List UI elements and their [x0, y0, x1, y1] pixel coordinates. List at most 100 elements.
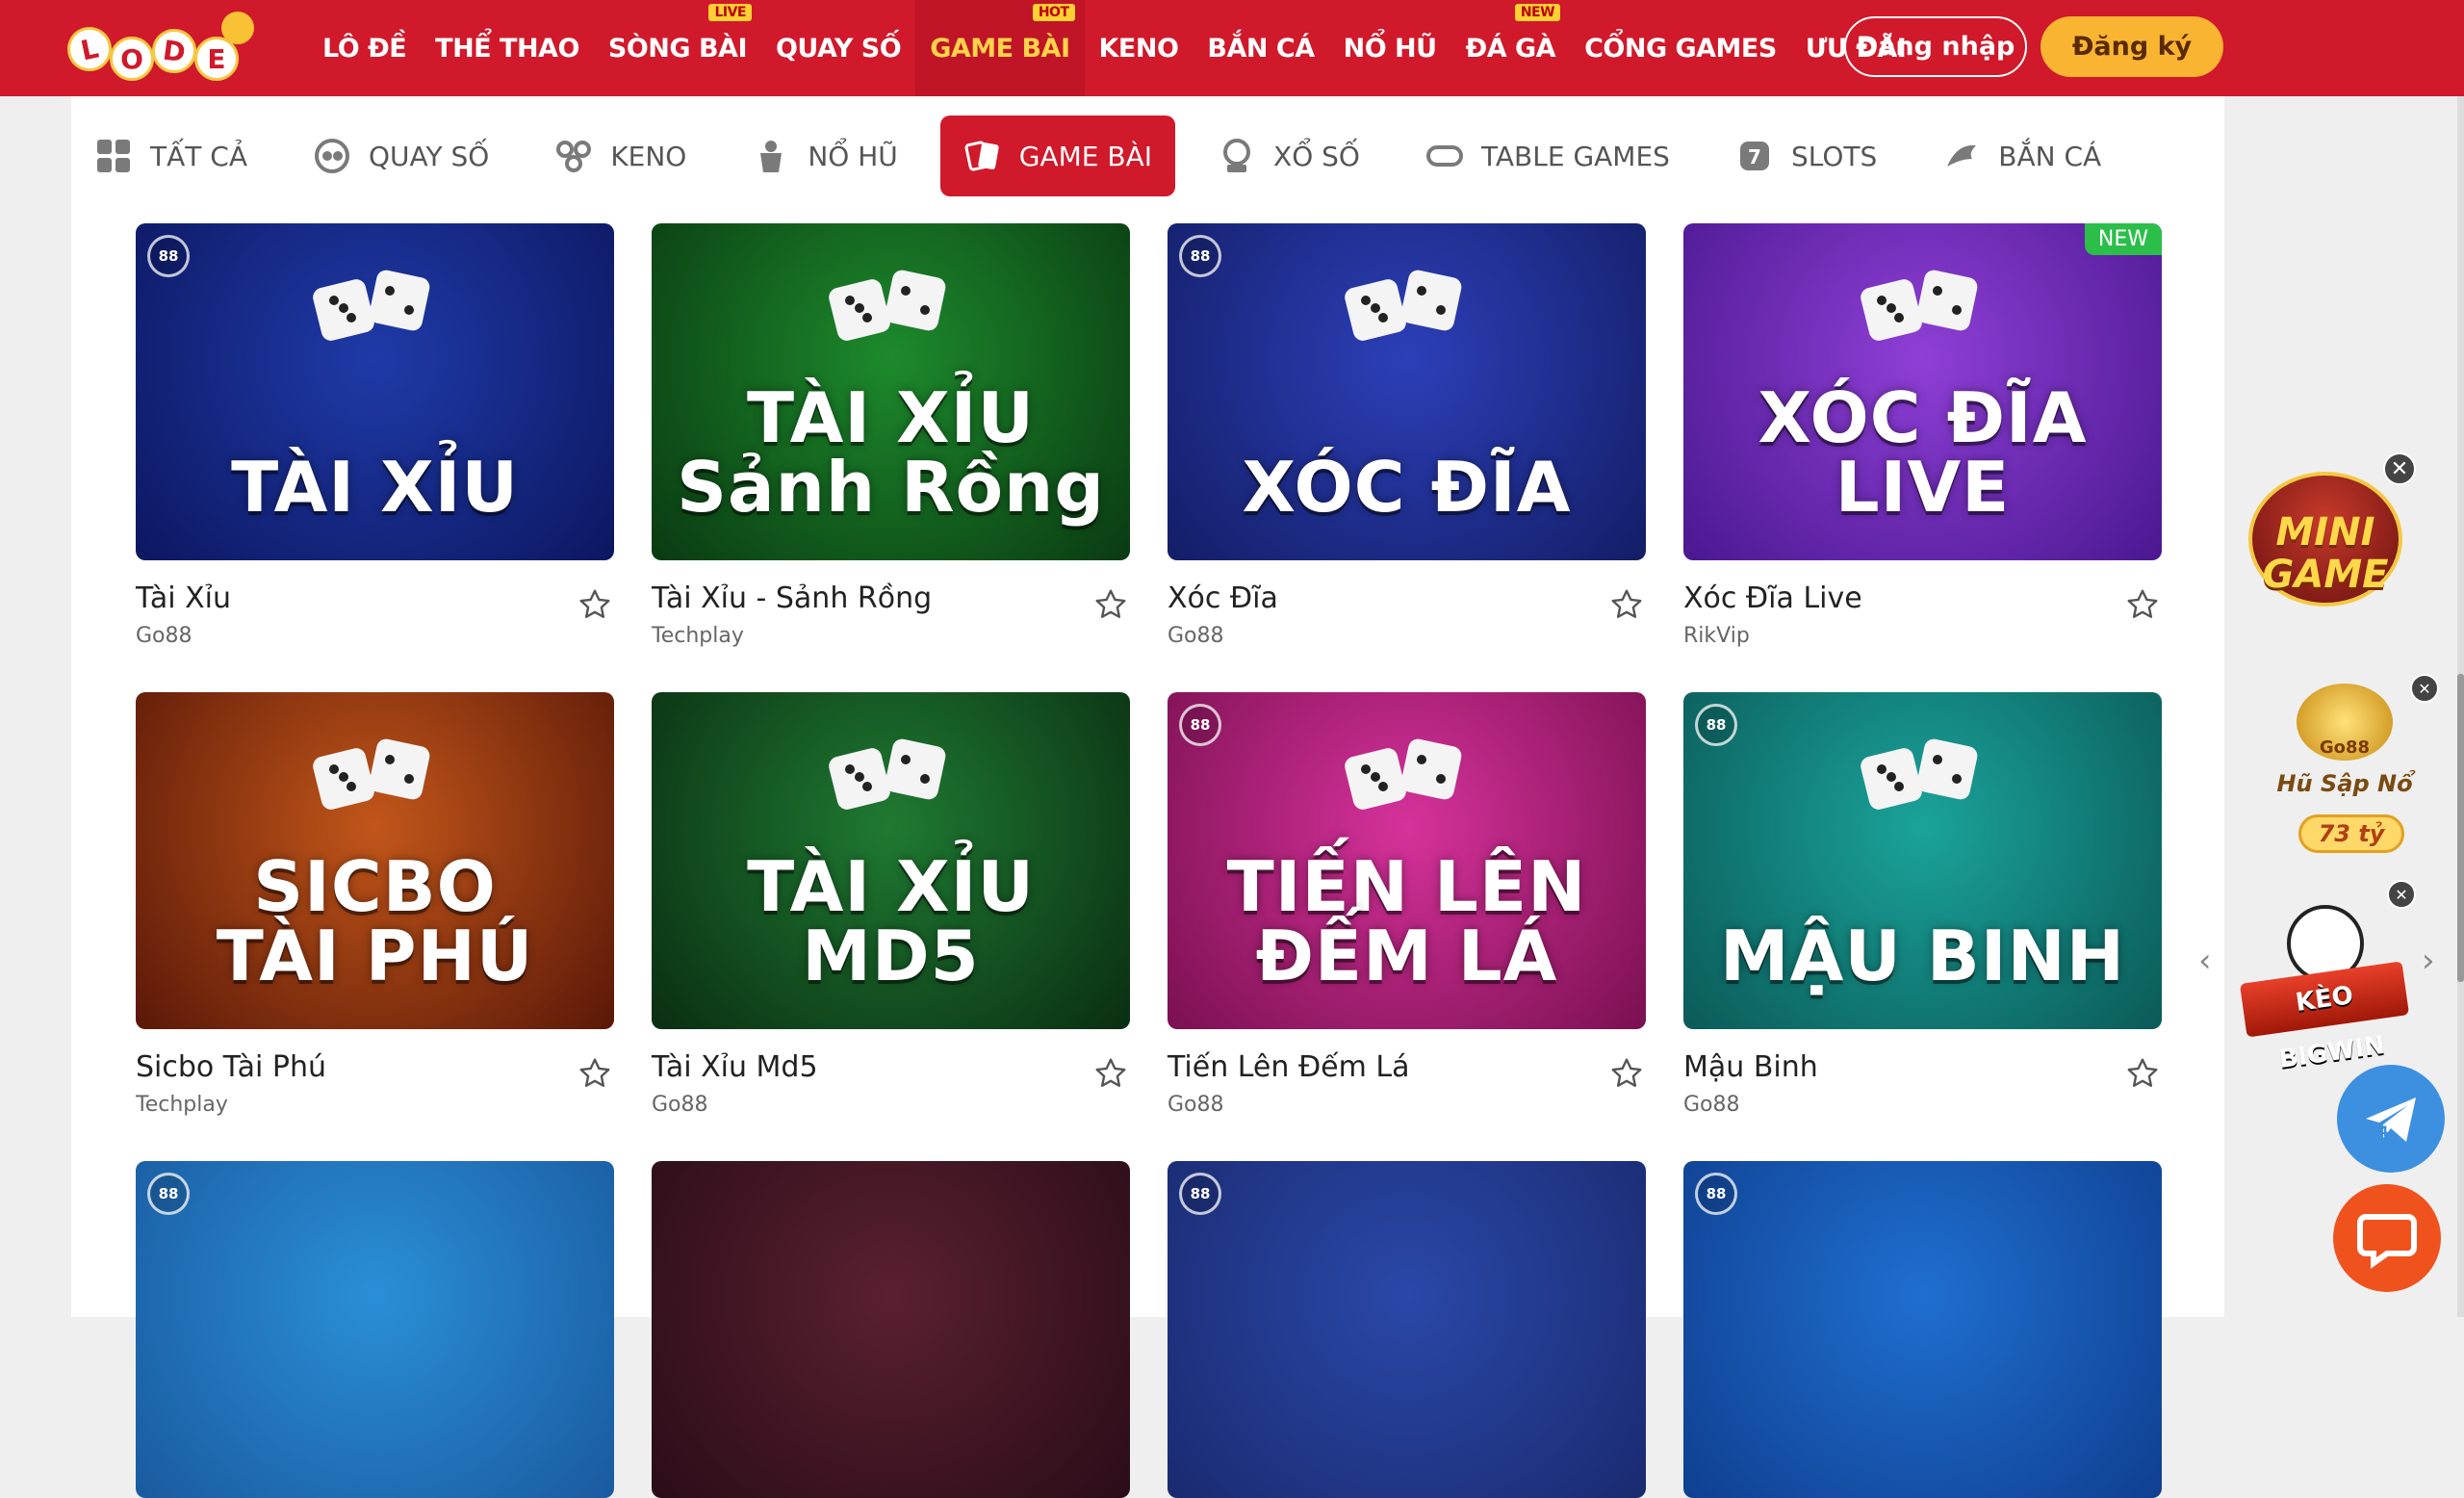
game-name[interactable]: Xóc Đĩa: [1168, 581, 1646, 618]
game-provider: Techplay: [136, 1093, 228, 1117]
logo-letter: D: [149, 26, 199, 76]
category-tab-label: TABLE GAMES: [1480, 140, 1670, 172]
lottery-ball-icon: [313, 137, 351, 175]
game-card[interactable]: NEW XÓC ĐĨA LIVE Xóc Đĩa Live RikVip: [1683, 223, 2162, 648]
nav-item[interactable]: QUAY SỐ: [761, 0, 915, 96]
game-card[interactable]: 88: [1168, 1161, 1646, 1498]
game-name[interactable]: Xóc Đĩa Live: [1683, 581, 2162, 618]
game-card[interactable]: [652, 1161, 1130, 1498]
game-name[interactable]: Tài Xỉu: [136, 581, 614, 618]
game-artwork-icon: [1857, 731, 1982, 837]
game-thumbnail[interactable]: TÀI XỈU MD5: [652, 692, 1130, 1029]
game-thumbnail[interactable]: 88 MẬU BINH: [1683, 692, 2162, 1029]
game-title-art: MẬU BINH: [1719, 916, 2126, 996]
nav-item[interactable]: NỔ HŨ: [1329, 0, 1451, 96]
telegram-icon: [2366, 1098, 2416, 1142]
minigame-widget[interactable]: MINI GAME ✕: [2239, 452, 2416, 626]
nav-item-label: CỔNG GAMES: [1584, 33, 1777, 64]
jackpot-brand: Go88: [2319, 737, 2371, 758]
game-name[interactable]: Sicbo Tài Phú: [136, 1050, 614, 1087]
bigwin-close-icon[interactable]: ✕: [2387, 880, 2416, 909]
scrollbar-thumb[interactable]: [2457, 674, 2464, 982]
nav-item-label: NỔ HŨ: [1343, 33, 1437, 64]
category-tab[interactable]: 7 SLOTS: [1712, 116, 1900, 196]
game-thumbnail[interactable]: 88 TÀI XỈU: [136, 223, 614, 560]
game-card[interactable]: 88 TÀI XỈU Tài Xỉu Go88: [136, 223, 614, 648]
game-thumbnail[interactable]: 88: [1683, 1161, 2162, 1498]
logo-letter: O: [110, 37, 154, 81]
game-card[interactable]: 88 MẬU BINH Mậu Binh Go88: [1683, 692, 2162, 1117]
game-thumbnail[interactable]: SICBO TÀI PHÚ: [136, 692, 614, 1029]
game-provider: Go88: [1683, 1093, 1740, 1117]
nav-tag-badge: LIVE: [708, 4, 752, 21]
favorite-star-icon[interactable]: [1607, 1054, 1646, 1093]
login-button[interactable]: Đăng nhập: [1844, 16, 2027, 77]
category-tab-label: BẮN CÁ: [1998, 140, 2102, 172]
nav-item-label: ĐÁ GÀ: [1465, 33, 1556, 64]
jackpot-close-icon[interactable]: ✕: [2410, 674, 2439, 703]
game-card[interactable]: 88 XÓC ĐĨA Xóc Đĩa Go88: [1168, 223, 1646, 648]
game-card[interactable]: TÀI XỈU Sảnh Rồng Tài Xỉu - Sảnh Rồng Tech…: [652, 223, 1130, 648]
game-title-art: SICBO TÀI PHÚ: [216, 846, 534, 996]
category-tabs: TẤT CẢ QUAY SỐ KENO NỔ HŨ GAME BÀI XỔ SỐ TABLE…: [71, 116, 2143, 196]
game-thumbnail[interactable]: TÀI XỈU Sảnh Rồng: [652, 223, 1130, 560]
nav-item[interactable]: GAME BÀI HOT: [915, 0, 1085, 96]
game-card[interactable]: 88: [1683, 1161, 2162, 1498]
game-card[interactable]: TÀI XỈU MD5 Tài Xỉu Md5 Go88: [652, 692, 1130, 1117]
category-tab[interactable]: TABLE GAMES: [1402, 116, 1693, 196]
category-tab[interactable]: NỔ HŨ: [729, 116, 920, 196]
category-tab-label: KENO: [610, 140, 687, 172]
category-tab[interactable]: XỔ SỐ: [1194, 116, 1383, 196]
game-thumbnail[interactable]: 88 TIẾN LÊN ĐẾM LÁ: [1168, 692, 1646, 1029]
nav-item[interactable]: BẮN CÁ: [1193, 0, 1328, 96]
bigwin-widget[interactable]: KÈO BIGWIN ✕: [2239, 876, 2416, 1074]
nav-item[interactable]: CỔNG GAMES: [1570, 0, 1791, 96]
favorite-star-icon[interactable]: [576, 585, 614, 624]
page-scrollbar[interactable]: [2457, 96, 2464, 1317]
top-header: L O D E LÔ ĐỀ THỂ THAO SÒNG BÀI LIVE QUAY SỐ…: [0, 0, 2464, 96]
widgets-next-arrow-icon[interactable]: ›: [2422, 942, 2435, 980]
live-chat-button[interactable]: [2333, 1184, 2441, 1292]
game-name[interactable]: Mậu Binh: [1683, 1050, 2162, 1087]
category-tab[interactable]: BẮN CÁ: [1919, 116, 2124, 196]
jackpot-widget[interactable]: Go88 Hũ Sập Nổ 73 tỷ ✕: [2258, 674, 2439, 857]
jackpot-pot-icon: [752, 137, 790, 175]
favorite-star-icon[interactable]: [2123, 585, 2162, 624]
nav-item[interactable]: ĐÁ GÀ NEW: [1451, 0, 1570, 96]
category-tab-label: XỔ SỐ: [1273, 140, 1360, 172]
game-thumbnail[interactable]: [652, 1161, 1130, 1498]
game-card[interactable]: SICBO TÀI PHÚ Sicbo Tài Phú Techplay: [136, 692, 614, 1117]
game-artwork-icon: [309, 262, 434, 368]
favorite-star-icon[interactable]: [576, 1054, 614, 1093]
favorite-star-icon[interactable]: [1091, 585, 1130, 624]
telegram-button[interactable]: 24: [2337, 1065, 2445, 1173]
nav-item[interactable]: KENO: [1085, 0, 1194, 96]
game-card[interactable]: 88 TIẾN LÊN ĐẾM LÁ Tiến Lên Đếm Lá Go88: [1168, 692, 1646, 1117]
favorite-star-icon[interactable]: [1091, 1054, 1130, 1093]
nav-item[interactable]: LÔ ĐỀ: [308, 0, 421, 96]
minigame-line2: GAME: [2262, 553, 2389, 597]
game-name[interactable]: Tiến Lên Đếm Lá: [1168, 1050, 1646, 1087]
nav-item[interactable]: THỂ THAO: [421, 0, 594, 96]
register-button[interactable]: Đăng ký: [2040, 16, 2223, 77]
favorite-star-icon[interactable]: [1607, 585, 1646, 624]
site-logo[interactable]: L O D E: [63, 8, 270, 85]
nav-item[interactable]: SÒNG BÀI LIVE: [594, 0, 761, 96]
nav-tag-badge: NEW: [1514, 4, 1561, 21]
category-tab-label: QUAY SỐ: [368, 140, 490, 172]
game-card[interactable]: 88: [136, 1161, 614, 1498]
game-name[interactable]: Tài Xỉu - Sảnh Rồng: [652, 581, 1130, 618]
game-thumbnail[interactable]: 88: [1168, 1161, 1646, 1498]
game-thumbnail[interactable]: 88 XÓC ĐĨA: [1168, 223, 1646, 560]
category-tab[interactable]: TẤT CẢ: [71, 116, 270, 196]
minigame-close-icon[interactable]: ✕: [2383, 452, 2416, 485]
chat-bubble-icon: [2357, 1214, 2417, 1269]
favorite-star-icon[interactable]: [2123, 1054, 2162, 1093]
category-tab[interactable]: KENO: [531, 116, 709, 196]
game-name[interactable]: Tài Xỉu Md5: [652, 1050, 1130, 1087]
category-tab[interactable]: GAME BÀI: [939, 116, 1176, 196]
game-thumbnail[interactable]: NEW XÓC ĐĨA LIVE: [1683, 223, 2162, 560]
category-tab[interactable]: QUAY SỐ: [290, 116, 512, 196]
widgets-prev-arrow-icon[interactable]: ‹: [2198, 942, 2212, 980]
game-thumbnail[interactable]: 88: [136, 1161, 614, 1498]
